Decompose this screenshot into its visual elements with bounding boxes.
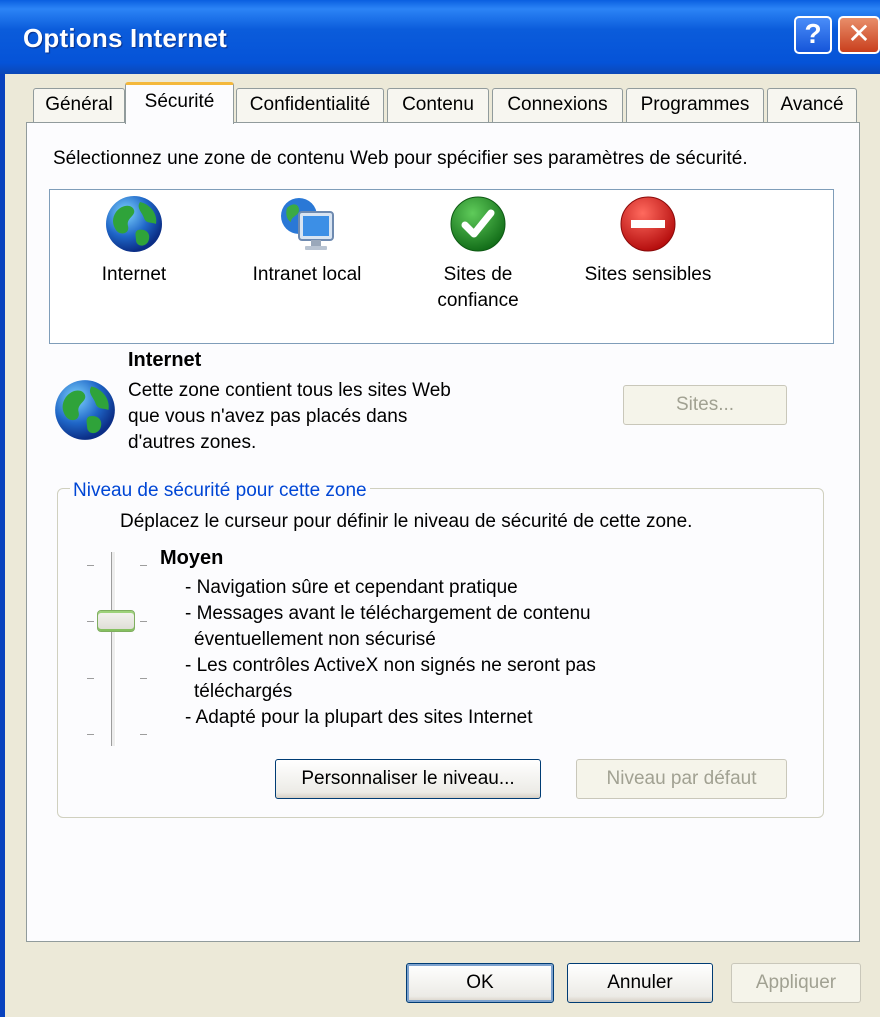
tab-security[interactable]: Sécurité (125, 82, 234, 124)
globe-icon (106, 196, 162, 252)
slider-tick (140, 621, 147, 622)
selected-zone-globe-icon (55, 380, 115, 440)
window-title: Options Internet (23, 23, 227, 53)
tab-privacy[interactable]: Confidentialité (236, 88, 384, 122)
level-item: - Messages avant le téléchargement de co… (185, 603, 591, 650)
intranet-icon (281, 198, 334, 250)
trusted-check-icon (450, 196, 506, 252)
security-level-name: Moyen (160, 547, 224, 569)
security-slider-track[interactable] (111, 552, 116, 746)
zone-label: Intranet local (252, 264, 362, 285)
security-level-legend: Niveau de sécurité pour cette zone (70, 480, 370, 502)
slider-tick (87, 678, 94, 679)
level-item: - Navigation sûre et cependant pratique (185, 577, 518, 598)
cancel-button[interactable]: Annuler (567, 963, 713, 1003)
slider-tick (140, 734, 147, 735)
zone-intranet[interactable]: Intranet local (237, 194, 377, 288)
slider-tick (87, 621, 94, 622)
zone-label: Sites sensibles (584, 264, 712, 285)
tab-programs[interactable]: Programmes (626, 88, 764, 122)
help-button[interactable]: ? (794, 16, 832, 54)
restricted-icon (620, 196, 676, 252)
zone-instruction: Sélectionnez une zone de contenu Web pou… (53, 148, 748, 169)
title-bar: Options Internet ? ✕ (0, 0, 880, 74)
security-slider-thumb[interactable] (97, 610, 135, 632)
apply-button[interactable]: Appliquer (731, 963, 861, 1003)
custom-level-button[interactable]: Personnaliser le niveau... (275, 759, 541, 799)
zone-trusted[interactable]: Sites de confiance (428, 194, 528, 314)
default-level-button[interactable]: Niveau par défaut (576, 759, 787, 799)
zone-label: Sites de confiance (437, 264, 519, 311)
zone-label: Internet (101, 264, 167, 285)
level-item: - Adapté pour la plupart des sites Inter… (185, 707, 533, 728)
slider-tick (140, 678, 147, 679)
zone-restricted[interactable]: Sites sensibles (578, 194, 718, 288)
tab-content[interactable]: Contenu (387, 88, 489, 122)
slider-tick (140, 565, 147, 566)
tab-general[interactable]: Général (33, 88, 125, 122)
tab-advanced[interactable]: Avancé (767, 88, 857, 122)
selected-zone-description: Cette zone contient tous les sites Web q… (128, 380, 451, 453)
sites-button[interactable]: Sites... (623, 385, 787, 425)
selected-zone-title: Internet (128, 349, 202, 371)
close-button[interactable]: ✕ (838, 16, 880, 54)
slider-tick (87, 734, 94, 735)
ok-button[interactable]: OK (406, 963, 554, 1003)
slider-hint: Déplacez le curseur pour définir le nive… (120, 511, 693, 532)
slider-tick (87, 565, 94, 566)
security-level-description: - Navigation sûre et cependant pratique … (185, 575, 685, 731)
zone-internet[interactable]: Internet (98, 194, 170, 288)
window-border (0, 74, 5, 1017)
level-item: - Les contrôles ActiveX non signés ne se… (185, 655, 596, 702)
tab-connections[interactable]: Connexions (492, 88, 623, 122)
zone-list: Internet Intranet local Sites de confian… (49, 189, 834, 344)
